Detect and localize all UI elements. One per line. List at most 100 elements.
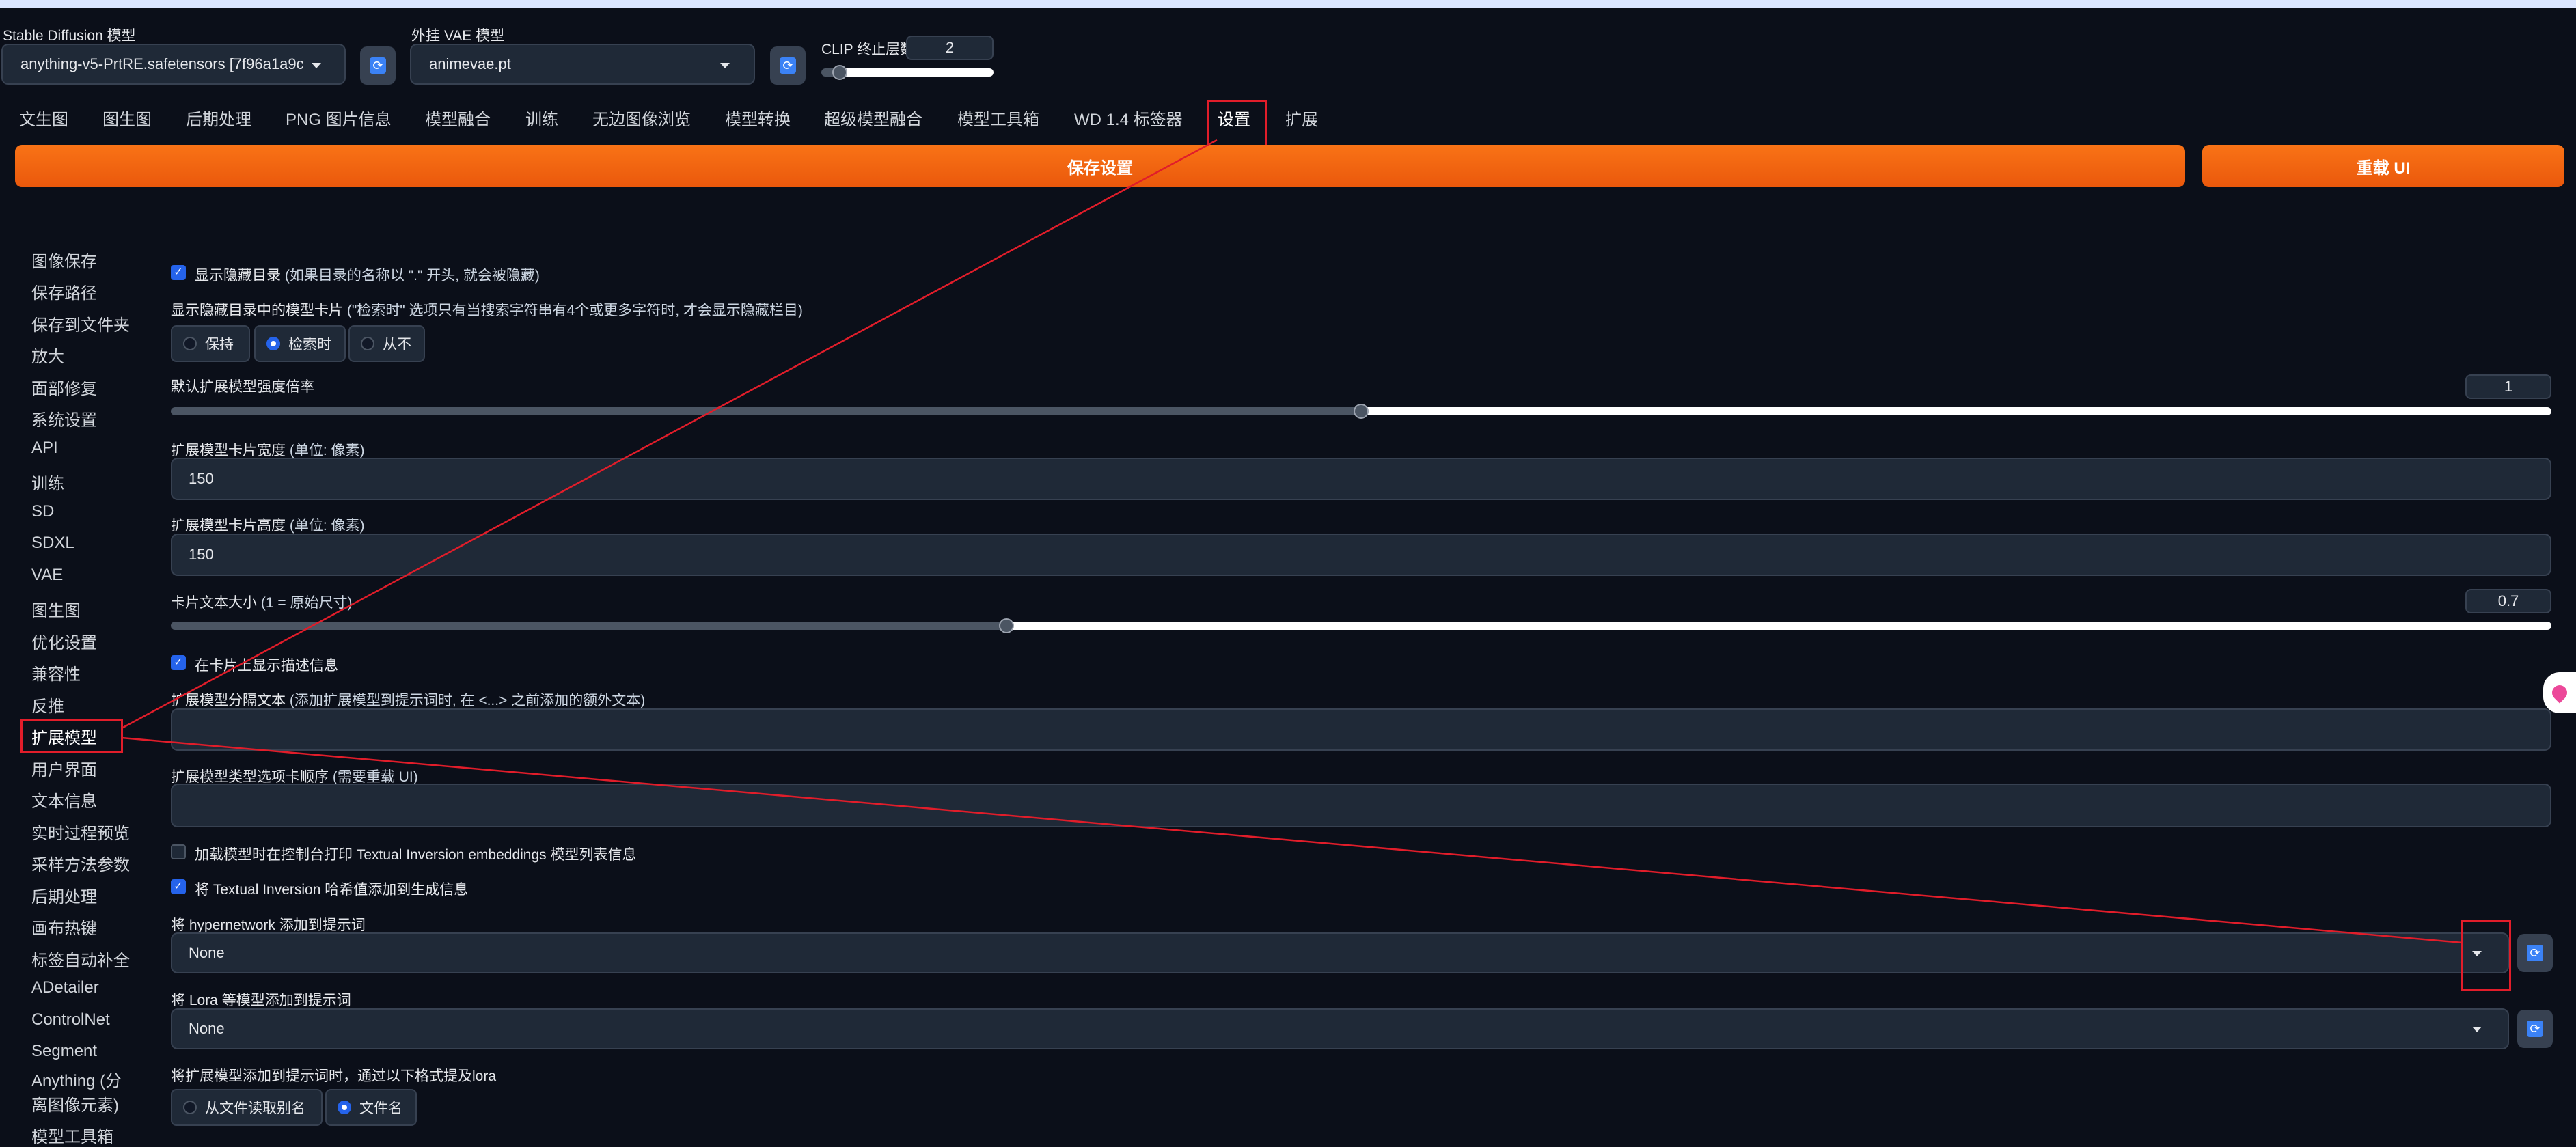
card-text-scale-thumb[interactable]: [999, 618, 1014, 633]
vae-dropdown[interactable]: animevae.pt: [410, 44, 755, 85]
card-text-scale-slider[interactable]: [171, 622, 2551, 630]
sidebar-item-interrogate[interactable]: 反推: [31, 693, 64, 717]
sidebar-item-vae[interactable]: VAE: [31, 566, 63, 585]
tab-super-merger[interactable]: 超级模型融合: [824, 104, 922, 137]
sidebar-item-canvas-hotkeys[interactable]: 画布热键: [31, 915, 97, 939]
sidebar-item-segment-anything-2[interactable]: Anything (分: [31, 1067, 122, 1091]
tab-order-input[interactable]: [171, 784, 2551, 827]
sidebar-item-face-restoration[interactable]: 面部修复: [31, 375, 97, 399]
ti-hash-checkbox[interactable]: ✓: [171, 879, 186, 894]
sidebar-item-save-to-folder[interactable]: 保存到文件夹: [31, 312, 130, 335]
sidebar-item-segment-anything-3[interactable]: 离图像元素): [31, 1092, 119, 1116]
separator-input[interactable]: [171, 708, 2551, 751]
hypernetwork-refresh-button[interactable]: ⟳: [2517, 934, 2553, 972]
sidebar-item-sdxl[interactable]: SDXL: [31, 534, 74, 553]
sidebar-item-sd[interactable]: SD: [31, 502, 54, 521]
tab-train[interactable]: 训练: [525, 104, 558, 137]
clip-slider-thumb[interactable]: [832, 65, 847, 80]
radio-selected-icon: [338, 1101, 351, 1114]
annotation-line-sidebar-to-dropdown: [121, 736, 2463, 944]
clip-value-input[interactable]: 2: [906, 36, 994, 60]
default-multiplier-thumb[interactable]: [1354, 404, 1369, 419]
lora-format-radio-filename[interactable]: 文件名: [325, 1089, 417, 1126]
lora-value: None: [189, 1020, 225, 1037]
sidebar-item-tag-autocomplete[interactable]: 标签自动补全: [31, 947, 130, 971]
chevron-down-icon[interactable]: [2472, 1027, 2482, 1032]
sidebar-item-segment-anything-1[interactable]: Segment: [31, 1042, 97, 1061]
vae-value: animevae.pt: [429, 55, 511, 72]
sidebar-item-sampler-params[interactable]: 采样方法参数: [31, 851, 130, 875]
ti-hash-label: 将 Textual Inversion 哈希值添加到生成信息: [195, 882, 469, 898]
lora-refresh-button[interactable]: ⟳: [2517, 1010, 2553, 1048]
refresh-icon: ⟳: [2527, 945, 2543, 961]
tab-txt2img[interactable]: 文生图: [19, 104, 68, 137]
hypernetwork-dropdown[interactable]: None: [171, 932, 2509, 973]
sidebar-item-save-paths[interactable]: 保存路径: [31, 279, 97, 303]
sidebar-item-postprocessing[interactable]: 后期处理: [31, 883, 97, 907]
show-description-label: 在卡片上显示描述信息: [195, 658, 338, 674]
sidebar-item-controlnet[interactable]: ControlNet: [31, 1010, 110, 1029]
card-height-label: 扩展模型卡片高度 (单位: 像素): [171, 518, 365, 534]
sidebar-item-infotext[interactable]: 文本信息: [31, 788, 97, 812]
hidden-card-radio-never[interactable]: 从不: [348, 325, 425, 362]
hidden-card-radio-when-searched[interactable]: 检索时: [254, 325, 346, 362]
radio-icon: [183, 337, 197, 350]
sd-model-refresh-button[interactable]: ⟳: [360, 46, 396, 85]
card-height-input[interactable]: 150: [171, 534, 2551, 576]
show-hidden-dirs-label: 显示隐藏目录 (如果目录的名称以 "." 开头, 就会被隐藏): [195, 268, 540, 284]
sd-model-dropdown[interactable]: anything-v5-PrtRE.safetensors [7f96a1a9c: [1, 44, 346, 85]
card-width-input[interactable]: 150: [171, 458, 2551, 500]
card-text-scale-input[interactable]: 0.7: [2465, 589, 2551, 613]
lora-format-label: 将扩展模型添加到提示词时，通过以下格式提及lora: [171, 1068, 497, 1084]
sidebar-item-compatibility[interactable]: 兼容性: [31, 661, 81, 685]
annotation-line-tab-to-sidebar: [121, 139, 1218, 730]
default-multiplier-input[interactable]: 1: [2465, 374, 2551, 399]
check-icon: ✓: [174, 266, 183, 278]
lora-dropdown[interactable]: None: [171, 1008, 2509, 1049]
tab-model-converter[interactable]: 模型转换: [725, 104, 791, 137]
sd-model-label: Stable Diffusion 模型: [3, 28, 136, 44]
check-icon: ✓: [174, 657, 183, 668]
save-settings-button[interactable]: 保存设置: [15, 145, 2185, 187]
tab-model-toolkit[interactable]: 模型工具箱: [957, 104, 1039, 137]
hidden-card-radio-always[interactable]: 保持: [171, 325, 250, 362]
tab-png-info[interactable]: PNG 图片信息: [286, 104, 392, 137]
refresh-icon: ⟳: [2527, 1021, 2543, 1037]
hidden-card-mode-label: 显示隐藏目录中的模型卡片 ("检索时" 选项只有当搜索字符串有4个或更多字符时,…: [171, 303, 803, 318]
tab-extensions[interactable]: 扩展: [1285, 104, 1318, 137]
lora-format-radio-alias[interactable]: 从文件读取别名: [171, 1089, 323, 1126]
sidebar-item-upscaling[interactable]: 放大: [31, 343, 64, 367]
sidebar-item-image-saving[interactable]: 图像保存: [31, 248, 97, 272]
sidebar-item-model-toolkit[interactable]: 模型工具箱: [31, 1123, 113, 1147]
floating-helper-button[interactable]: [2543, 672, 2576, 713]
sidebar-item-img2img[interactable]: 图生图: [31, 597, 81, 621]
sidebar-item-optimizations[interactable]: 优化设置: [31, 629, 97, 653]
tab-settings[interactable]: 设置: [1218, 104, 1250, 137]
sidebar-item-user-interface[interactable]: 用户界面: [31, 756, 97, 780]
chevron-down-icon[interactable]: [2472, 951, 2482, 956]
sd-model-value: anything-v5-PrtRE.safetensors [7f96a1a9c: [20, 55, 304, 72]
sidebar-item-system[interactable]: 系统设置: [31, 406, 97, 430]
tab-img2img[interactable]: 图生图: [102, 104, 152, 137]
refresh-icon: ⟳: [780, 57, 796, 74]
tab-extras[interactable]: 后期处理: [186, 104, 251, 137]
card-width-label: 扩展模型卡片宽度 (单位: 像素): [171, 443, 365, 458]
sidebar-item-api[interactable]: API: [31, 439, 58, 458]
separator-label: 扩展模型分隔文本 (添加扩展模型到提示词时, 在 <...> 之前添加的额外文本…: [171, 693, 646, 708]
sidebar-item-adetailer[interactable]: ADetailer: [31, 978, 99, 997]
hypernetwork-value: None: [189, 944, 225, 961]
show-description-checkbox[interactable]: ✓: [171, 655, 186, 670]
sidebar-item-training[interactable]: 训练: [31, 470, 64, 494]
tab-wd14-tagger[interactable]: WD 1.4 标签器: [1074, 104, 1183, 137]
vae-refresh-button[interactable]: ⟳: [770, 46, 806, 85]
chevron-down-icon: [720, 63, 730, 68]
tab-infinite-browser[interactable]: 无边图像浏览: [592, 104, 691, 137]
sidebar-item-extra-networks[interactable]: 扩展模型: [31, 724, 97, 748]
print-ti-checkbox[interactable]: [171, 844, 186, 859]
sidebar-item-live-preview[interactable]: 实时过程预览: [31, 820, 130, 844]
show-hidden-dirs-checkbox[interactable]: ✓: [171, 265, 186, 280]
tab-checkpoint-merger[interactable]: 模型融合: [425, 104, 491, 137]
check-icon: ✓: [174, 881, 183, 892]
reload-ui-button[interactable]: 重载 UI: [2202, 145, 2564, 187]
refresh-icon: ⟳: [370, 57, 386, 74]
